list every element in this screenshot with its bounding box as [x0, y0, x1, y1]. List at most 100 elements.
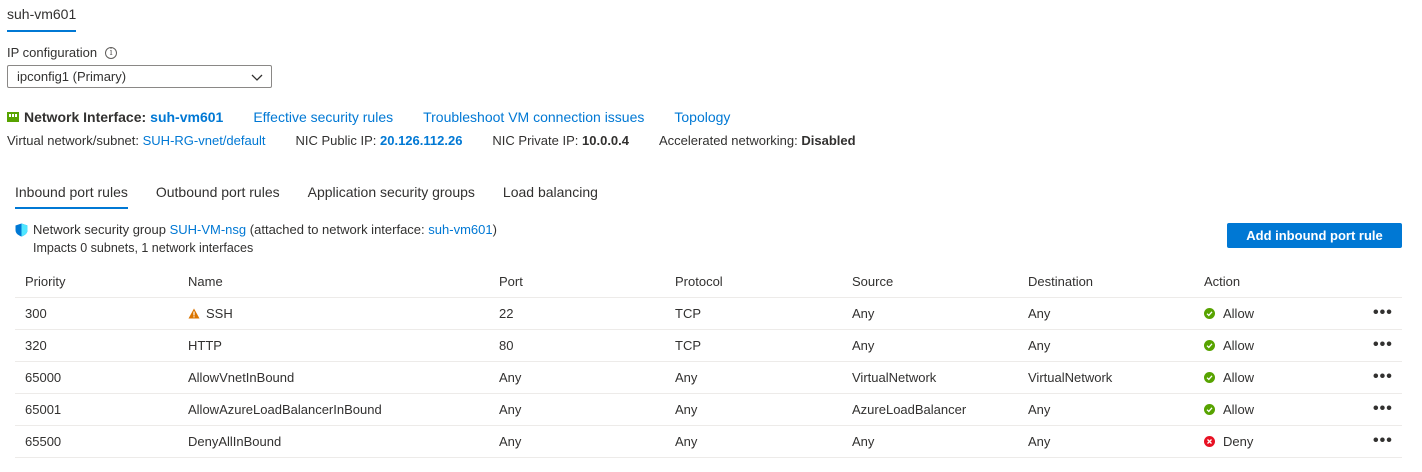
- accelerated-networking-label: Accelerated networking:: [659, 133, 798, 148]
- table-row[interactable]: 65001 AllowAzureLoadBalancerInBound Any Any…: [15, 394, 1402, 426]
- cell-priority: 300: [25, 306, 47, 321]
- cell-port: Any: [499, 402, 522, 417]
- ip-configuration-label: IP configuration i: [7, 45, 118, 60]
- more-icon[interactable]: •••: [1373, 432, 1393, 450]
- network-interface-icon: [7, 112, 19, 122]
- cell-name: SSH: [188, 306, 233, 321]
- network-interface-title: Network Interface:: [24, 109, 147, 125]
- rule-name: AllowAzureLoadBalancerInBound: [188, 402, 382, 417]
- vnet-link[interactable]: SUH-RG-vnet/default: [143, 133, 266, 148]
- action-label: Allow: [1223, 338, 1255, 353]
- rule-name: DenyAllInBound: [188, 434, 282, 449]
- cell-name: DenyAllInBound: [188, 434, 281, 449]
- troubleshoot-link[interactable]: Troubleshoot VM connection issues: [423, 109, 644, 125]
- cell-action: Allow: [1204, 370, 1254, 385]
- cell-port: 22: [499, 306, 514, 321]
- nsg-impacts: Impacts 0 subnets, 1 network interfaces: [33, 241, 254, 255]
- warning-icon: [188, 308, 200, 319]
- header-port[interactable]: Port: [499, 274, 523, 289]
- rule-name: HTTP: [188, 338, 222, 353]
- more-icon[interactable]: •••: [1373, 304, 1393, 322]
- tab-outbound-port-rules[interactable]: Outbound port rules: [156, 184, 280, 209]
- header-action[interactable]: Action: [1204, 274, 1240, 289]
- network-security-group-row: Network security group SUH-VM-nsg (attac…: [15, 222, 497, 237]
- header-protocol[interactable]: Protocol: [675, 274, 723, 289]
- accelerated-networking-value: Disabled: [801, 133, 856, 148]
- vnet-label: Virtual network/subnet:: [7, 133, 139, 148]
- nsg-attached-prefix: (attached to network interface:: [249, 222, 425, 237]
- cell-port: Any: [499, 370, 522, 385]
- cell-name: AllowAzureLoadBalancerInBound: [188, 402, 382, 417]
- cell-action: Allow: [1204, 338, 1254, 353]
- cell-source: AzureLoadBalancer: [852, 402, 967, 417]
- add-inbound-port-rule-button[interactable]: Add inbound port rule: [1227, 223, 1402, 248]
- more-icon[interactable]: •••: [1373, 336, 1393, 354]
- table-row[interactable]: 65500 DenyAllInBound Any Any Any Any Deny •••: [15, 426, 1402, 458]
- cell-name: HTTP: [188, 338, 222, 353]
- table-row[interactable]: 65000 AllowVnetInBound Any Any VirtualNetwor…: [15, 362, 1402, 394]
- cell-destination: Any: [1028, 338, 1051, 353]
- cell-protocol: TCP: [675, 338, 701, 353]
- rules-tabs: Inbound port rules Outbound port rules A…: [15, 184, 626, 209]
- action-label: Allow: [1223, 306, 1255, 321]
- network-interface-row: Network Interface: suh-vm601 Effective s…: [7, 109, 730, 125]
- private-ip-value: 10.0.0.4: [582, 133, 630, 148]
- nsg-attached-nic-link[interactable]: suh-vm601: [428, 222, 492, 237]
- cell-priority: 65001: [25, 402, 62, 417]
- cell-destination: Any: [1028, 306, 1051, 321]
- tab-inbound-port-rules[interactable]: Inbound port rules: [15, 184, 128, 209]
- topology-link[interactable]: Topology: [674, 109, 730, 125]
- vm-tab[interactable]: suh-vm601: [7, 6, 77, 32]
- network-interface-link[interactable]: suh-vm601: [150, 109, 223, 125]
- cell-action: Allow: [1204, 402, 1254, 417]
- header-destination[interactable]: Destination: [1028, 274, 1093, 289]
- cell-destination: Any: [1028, 402, 1051, 417]
- table-header-row: Priority Name Port Protocol Source Desti…: [15, 266, 1402, 298]
- header-source[interactable]: Source: [852, 274, 893, 289]
- check-circle-icon: [1204, 372, 1215, 383]
- public-ip-info: NIC Public IP: 20.126.112.26: [295, 133, 462, 148]
- cell-port: 80: [499, 338, 514, 353]
- action-label: Allow: [1223, 370, 1255, 385]
- cell-source: Any: [852, 434, 875, 449]
- info-icon[interactable]: i: [105, 46, 118, 59]
- cell-priority: 320: [25, 338, 47, 353]
- cell-destination: VirtualNetwork: [1028, 370, 1113, 385]
- vnet-info: Virtual network/subnet: SUH-RG-vnet/defa…: [7, 133, 265, 148]
- cell-priority: 65000: [25, 370, 62, 385]
- tab-load-balancing[interactable]: Load balancing: [503, 184, 598, 209]
- cell-protocol: Any: [675, 402, 698, 417]
- private-ip-info: NIC Private IP: 10.0.0.4: [492, 133, 629, 148]
- shield-icon: [15, 223, 28, 236]
- cell-action: Allow: [1204, 306, 1254, 321]
- ip-configuration-label-text: IP configuration: [7, 45, 98, 60]
- public-ip-link[interactable]: 20.126.112.26: [380, 133, 462, 148]
- more-icon[interactable]: •••: [1373, 400, 1393, 418]
- effective-security-rules-link[interactable]: Effective security rules: [253, 109, 393, 125]
- ip-configuration-selected: ipconfig1 (Primary): [17, 69, 127, 84]
- cell-priority: 65500: [25, 434, 62, 449]
- table-row[interactable]: 300 SSH 22 TCP Any Any Allow •••: [15, 298, 1402, 330]
- cell-source: Any: [852, 306, 875, 321]
- private-ip-label: NIC Private IP:: [492, 133, 579, 148]
- cell-protocol: Any: [675, 370, 698, 385]
- more-icon[interactable]: •••: [1373, 368, 1393, 386]
- cell-name: AllowVnetInBound: [188, 370, 294, 385]
- header-priority[interactable]: Priority: [25, 274, 65, 289]
- check-circle-icon: [1204, 308, 1215, 319]
- check-circle-icon: [1204, 404, 1215, 415]
- tab-application-security-groups[interactable]: Application security groups: [308, 184, 475, 209]
- cell-port: Any: [499, 434, 522, 449]
- ip-configuration-dropdown[interactable]: ipconfig1 (Primary): [7, 65, 272, 88]
- nsg-link[interactable]: SUH-VM-nsg: [170, 222, 247, 237]
- cell-source: Any: [852, 338, 875, 353]
- chevron-down-icon: [251, 74, 263, 81]
- action-label: Allow: [1223, 402, 1255, 417]
- nsg-prefix: Network security group: [33, 222, 166, 237]
- cell-destination: Any: [1028, 434, 1051, 449]
- error-circle-icon: [1204, 436, 1215, 447]
- table-row[interactable]: 320 HTTP 80 TCP Any Any Allow •••: [15, 330, 1402, 362]
- header-name[interactable]: Name: [188, 274, 223, 289]
- rule-name: SSH: [206, 306, 233, 321]
- nsg-attached-suffix: ): [492, 222, 497, 237]
